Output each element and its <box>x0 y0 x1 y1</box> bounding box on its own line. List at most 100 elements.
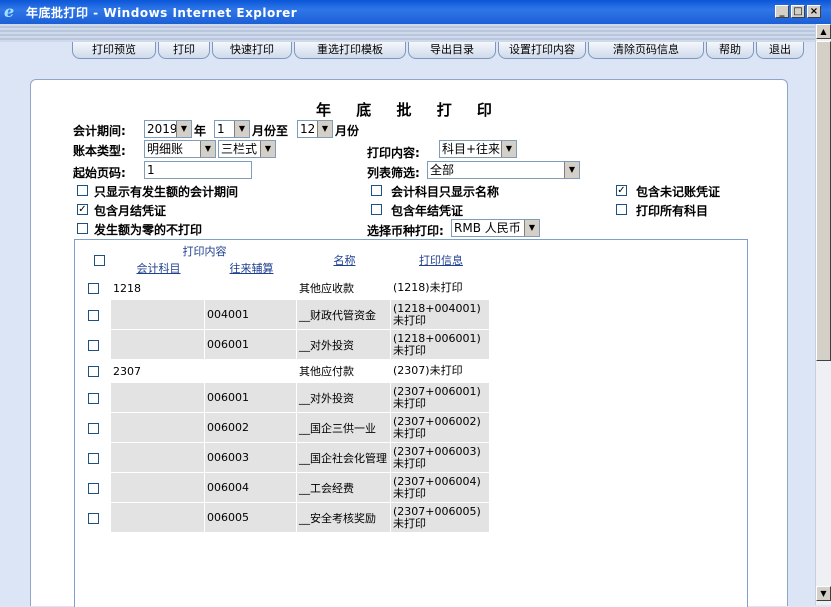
print-preview-button[interactable]: 打印预览 <box>72 42 156 59</box>
maximize-button[interactable]: □ <box>791 5 805 18</box>
column-header-aux[interactable]: 往来辅算 <box>230 262 274 275</box>
scroll-thumb[interactable] <box>816 41 831 361</box>
cell-print-info: (1218+004001)未打印 <box>390 299 490 330</box>
year-select[interactable]: 2019 ▼ <box>144 120 192 138</box>
window-titlebar: e 年底批打印 - Windows Internet Explorer _ □ … <box>0 0 831 24</box>
dropdown-arrow-icon: ▼ <box>524 220 539 236</box>
vertical-scrollbar[interactable]: ▲ ▼ <box>815 24 831 605</box>
list-filter-select[interactable]: 全部 ▼ <box>427 161 580 179</box>
cell-aux: 006005 <box>204 502 297 533</box>
set-print-content-button[interactable]: 设置打印内容 <box>498 42 586 59</box>
scroll-down-arrow-icon[interactable]: ▼ <box>816 586 831 601</box>
cell-aux: 006004 <box>204 472 297 503</box>
dropdown-arrow-icon: ▼ <box>317 121 332 137</box>
table-row[interactable]: 004001 __财政代管资金 (1218+004001)未打印 <box>77 299 490 330</box>
cell-name: 其他应收款 <box>296 276 391 300</box>
exit-button[interactable]: 退出 <box>756 42 804 59</box>
option-include-year-end: 包含年结凭证 <box>391 204 464 218</box>
row-checkbox[interactable] <box>88 452 99 464</box>
row-checkbox[interactable] <box>88 392 99 404</box>
account-grid: 打印内容名称 打印信息会计科目 往来辅算 1218 其他应收款 (1218)未打印 0040… <box>74 239 748 607</box>
select-all-checkbox[interactable] <box>93 254 105 266</box>
column-header-print-info[interactable]: 打印信息 <box>419 254 463 267</box>
row-checkbox[interactable] <box>88 512 99 524</box>
cell-name: __财政代管资金 <box>296 299 391 330</box>
option-checkbox[interactable] <box>77 223 88 234</box>
print-content-select[interactable]: 科目+往来 ▼ <box>439 140 517 158</box>
row-checkbox[interactable] <box>88 482 99 494</box>
cell-aux <box>204 276 297 300</box>
table-row[interactable]: 006001 __对外投资 (1218+006001)未打印 <box>77 329 490 360</box>
start-page-input[interactable]: 1 <box>144 161 252 179</box>
cell-print-info: (2307+006002)未打印 <box>390 412 490 443</box>
ie-logo-icon: e <box>4 2 15 21</box>
start-page-label: 起始页码: <box>73 166 126 180</box>
option-skip-zero-amount: 发生额为零的不打印 <box>94 223 203 237</box>
cell-name: __国企社会化管理 <box>296 442 391 473</box>
cell-name: 其他应付款 <box>296 359 391 383</box>
table-row[interactable]: 006002 __国企三供一业 (2307+006002)未打印 <box>77 412 490 443</box>
cell-print-info: (2307+006003)未打印 <box>390 442 490 473</box>
list-filter-label: 列表筛选: <box>367 166 420 180</box>
currency-select[interactable]: RMB 人民币 ▼ <box>451 219 540 237</box>
row-checkbox[interactable] <box>88 339 99 351</box>
table-row[interactable]: 2307 其他应付款 (2307)未打印 <box>77 359 490 383</box>
table-row[interactable]: 006003 __国企社会化管理 (2307+006003)未打印 <box>77 442 490 473</box>
dropdown-arrow-icon: ▼ <box>564 162 579 178</box>
column-header-name[interactable]: 名称 <box>334 254 356 267</box>
cell-account <box>110 442 205 473</box>
print-content-label: 打印内容: <box>367 146 420 160</box>
cell-aux: 006003 <box>204 442 297 473</box>
close-button[interactable]: × <box>807 5 821 18</box>
minimize-button[interactable]: _ <box>775 5 789 18</box>
currency-label: 选择币种打印: <box>367 224 444 238</box>
table-row[interactable]: 006001 __对外投资 (2307+006001)未打印 <box>77 382 490 413</box>
column-header-account[interactable]: 会计科目 <box>137 262 181 275</box>
header-group-print-content: 打印内容 <box>110 242 297 260</box>
main-panel: 年 底 批 打 印 会计期间: 2019 ▼ 年 1 ▼ 月份至 12 ▼ 月份 账本… <box>30 79 788 607</box>
option-checkbox[interactable]: ✓ <box>77 204 88 215</box>
year-unit: 年 <box>194 124 207 138</box>
month-to-select[interactable]: 12 ▼ <box>297 120 333 138</box>
account-table: 打印内容名称 打印信息会计科目 往来辅算 1218 其他应收款 (1218)未打印 0040… <box>77 242 490 533</box>
ledger-type-label: 账本类型: <box>73 144 126 158</box>
table-row[interactable]: 006004 __工会经费 (2307+006004)未打印 <box>77 472 490 503</box>
row-checkbox[interactable] <box>88 283 99 294</box>
print-button[interactable]: 打印 <box>158 42 210 59</box>
cell-print-info: (1218)未打印 <box>390 276 490 300</box>
clear-page-info-button[interactable]: 清除页码信息 <box>588 42 704 59</box>
dropdown-arrow-icon: ▼ <box>176 121 191 137</box>
option-include-month-end: 包含月结凭证 <box>94 204 167 218</box>
period-label: 会计期间: <box>73 124 126 138</box>
option-checkbox[interactable]: ✓ <box>616 185 627 196</box>
cell-aux: 006001 <box>204 382 297 413</box>
option-checkbox[interactable] <box>77 185 88 196</box>
cell-print-info: (2307+006005)未打印 <box>390 502 490 533</box>
help-button[interactable]: 帮助 <box>706 42 754 59</box>
row-checkbox[interactable] <box>88 309 99 321</box>
cell-account <box>110 412 205 443</box>
month-from-select[interactable]: 1 ▼ <box>214 120 250 138</box>
export-directory-button[interactable]: 导出目录 <box>408 42 496 59</box>
cell-account <box>110 299 205 330</box>
option-checkbox[interactable] <box>371 204 382 215</box>
option-checkbox[interactable] <box>616 204 627 215</box>
cell-aux: 006001 <box>204 329 297 360</box>
option-show-periods-with-amount: 只显示有发生额的会计期间 <box>94 185 239 199</box>
scroll-up-arrow-icon[interactable]: ▲ <box>816 24 831 39</box>
cell-print-info: (2307+006001)未打印 <box>390 382 490 413</box>
cell-aux <box>204 359 297 383</box>
ledger-format-select[interactable]: 三栏式 ▼ <box>218 140 276 158</box>
quick-print-button[interactable]: 快速打印 <box>212 42 292 59</box>
cell-aux: 006002 <box>204 412 297 443</box>
row-checkbox[interactable] <box>88 422 99 434</box>
table-row[interactable]: 1218 其他应收款 (1218)未打印 <box>77 276 490 300</box>
cell-print-info: (1218+006001)未打印 <box>390 329 490 360</box>
cell-name: __安全考核奖励 <box>296 502 391 533</box>
dropdown-arrow-icon: ▼ <box>260 141 275 157</box>
reselect-template-button[interactable]: 重选打印模板 <box>294 42 406 59</box>
table-row[interactable]: 006005 __安全考核奖励 (2307+006005)未打印 <box>77 502 490 533</box>
option-checkbox[interactable] <box>371 185 382 196</box>
row-checkbox[interactable] <box>88 366 99 377</box>
ledger-type-select[interactable]: 明细账 ▼ <box>144 140 216 158</box>
